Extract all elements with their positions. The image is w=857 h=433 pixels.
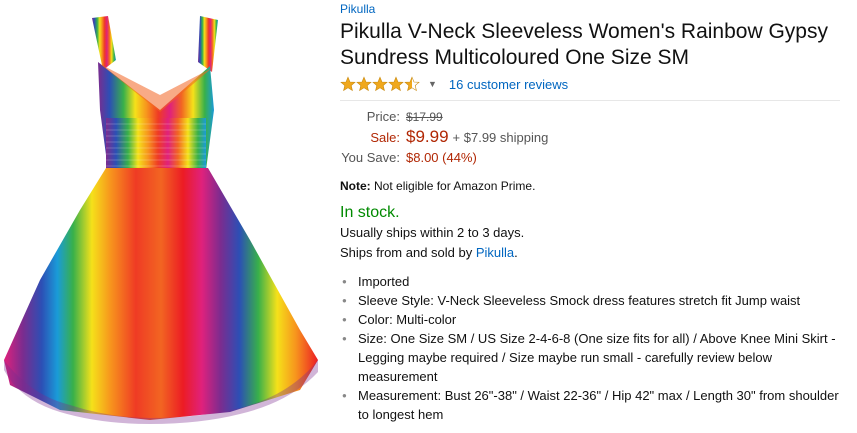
- star-icon: [388, 76, 404, 92]
- stock-status: In stock.: [340, 204, 400, 221]
- price-block: Price: $17.99 Sale: $9.99 + $7.99 shippi…: [340, 107, 850, 168]
- list-item: Sleeve Style: V-Neck Sleeveless Smock dr…: [340, 291, 850, 310]
- list-item: Imported: [340, 272, 850, 291]
- you-save-value: $8.00 (44%): [406, 150, 477, 165]
- price-label: Price:: [366, 109, 400, 124]
- star-rating[interactable]: [340, 76, 420, 92]
- sold-by: Ships from and sold by Pikulla.: [340, 243, 850, 262]
- star-icon: [372, 76, 388, 92]
- note-text: Not eligible for Amazon Prime.: [370, 179, 536, 193]
- sale-label: Sale:: [370, 130, 400, 145]
- list-item: Size: One Size SM / US Size 2-4-6-8 (One…: [340, 329, 850, 386]
- seller-link[interactable]: Pikulla: [476, 245, 514, 260]
- you-save-label: You Save:: [341, 150, 400, 165]
- brand-link[interactable]: Pikulla: [340, 1, 375, 17]
- sold-by-prefix: Ships from and sold by: [340, 245, 476, 260]
- shipping-cost: + $7.99 shipping: [452, 130, 549, 145]
- rainbow-dress-image: [4, 16, 318, 424]
- divider: [340, 100, 840, 101]
- you-save-row: You Save: $8.00 (44%): [340, 148, 850, 168]
- product-image[interactable]: [0, 0, 330, 428]
- product-details: Pikulla Pikulla V-Neck Sleeveless Women'…: [340, 0, 850, 424]
- star-icon: [404, 76, 420, 92]
- customer-reviews-link[interactable]: 16 customer reviews: [449, 77, 568, 92]
- list-price-row: Price: $17.99: [340, 107, 850, 127]
- rating-row: ▼ 16 customer reviews: [340, 74, 850, 94]
- sale-price: $9.99: [406, 127, 449, 146]
- sale-price-row: Sale: $9.99 + $7.99 shipping: [340, 127, 850, 148]
- list-item: Color: Multi-color: [340, 310, 850, 329]
- star-icon: [356, 76, 372, 92]
- feature-bullets: Imported Sleeve Style: V-Neck Sleeveless…: [340, 272, 850, 424]
- note-label: Note:: [340, 179, 371, 193]
- list-price: $17.99: [406, 110, 443, 124]
- product-title: Pikulla V-Neck Sleeveless Women's Rainbo…: [340, 20, 828, 69]
- sold-by-suffix: .: [514, 245, 518, 260]
- ships-within: Usually ships within 2 to 3 days.: [340, 225, 525, 240]
- list-item: Measurement: Bust 26"-38" / Waist 22-36"…: [340, 386, 850, 424]
- prime-note: Note: Not eligible for Amazon Prime.: [340, 179, 850, 193]
- caret-down-icon[interactable]: ▼: [428, 79, 437, 89]
- star-icon: [340, 76, 356, 92]
